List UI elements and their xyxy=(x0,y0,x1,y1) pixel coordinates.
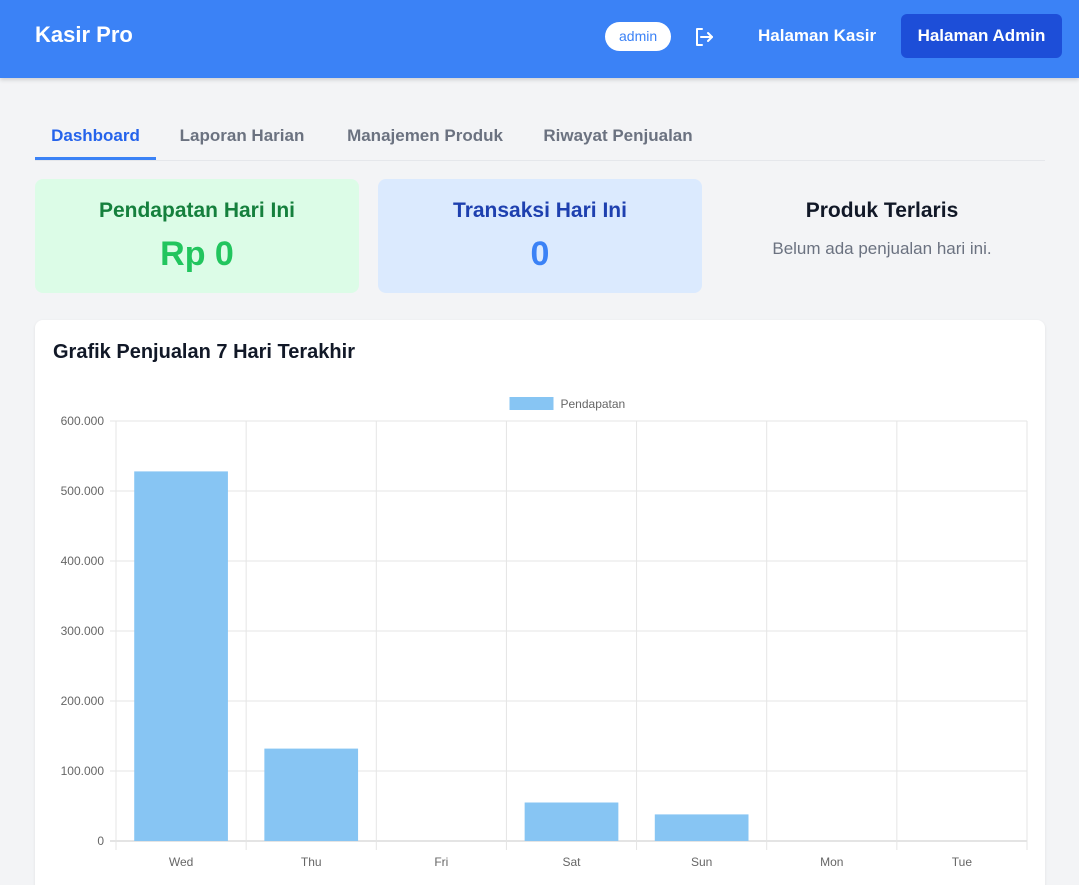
x-tick-label: Mon xyxy=(820,855,843,869)
legend-swatch xyxy=(509,397,554,410)
user-badge: admin xyxy=(605,22,672,51)
x-tick-label: Thu xyxy=(301,855,322,869)
top-products-title: Produk Terlaris xyxy=(805,199,959,222)
revenue-card: Pendapatan Hari Ini Rp 0 xyxy=(35,179,359,293)
x-tick-label: Fri xyxy=(434,855,448,869)
sales-chart-card: Grafik Penjualan 7 Hari Terakhir 0 100.00… xyxy=(35,320,1045,885)
top-products-card: Produk Terlaris Belum ada penjualan hari… xyxy=(720,179,1044,293)
y-tick-label: 100.000 xyxy=(61,764,105,778)
y-tick-label: 600.000 xyxy=(61,414,105,428)
y-tick-label: 200.000 xyxy=(61,694,105,708)
x-tick-label: Sat xyxy=(562,855,581,869)
tab-riwayat-penjualan[interactable]: Riwayat Penjualan xyxy=(533,114,703,160)
tab-manajemen-produk[interactable]: Manajemen Produk xyxy=(335,114,515,160)
y-tick-label: 500.000 xyxy=(61,484,105,498)
app-brand[interactable]: Kasir Pro xyxy=(35,22,133,48)
revenue-card-title: Pendapatan Hari Ini xyxy=(98,199,296,222)
chart-bar xyxy=(524,802,619,841)
chart-bar xyxy=(134,471,228,841)
top-navbar: Kasir Pro admin Halaman Kasir Halaman Ad… xyxy=(0,0,1079,78)
tab-laporan-harian[interactable]: Laporan Harian xyxy=(170,114,314,160)
transactions-card-title: Transaksi Hari Ini xyxy=(453,199,627,222)
tab-dashboard[interactable]: Dashboard xyxy=(35,114,156,160)
y-tick-label: 300.000 xyxy=(61,624,105,638)
chart-bar xyxy=(654,814,749,841)
revenue-value: Rp 0 xyxy=(160,235,234,273)
x-tick-label: Tue xyxy=(952,855,973,869)
x-tick-label: Wed xyxy=(169,855,193,869)
chart-bar xyxy=(264,748,359,841)
logout-icon[interactable] xyxy=(692,25,716,49)
top-products-empty-note: Belum ada penjualan hari ini. xyxy=(772,239,992,258)
sales-bar-chart: 0 100.000 200.000 300.000 400.000 500.000 600.… xyxy=(61,397,1028,869)
x-tick-label: Sun xyxy=(691,855,712,869)
nav-halaman-kasir[interactable]: Halaman Kasir xyxy=(745,14,889,58)
tab-bar: Dashboard Laporan Harian Manajemen Produ… xyxy=(35,114,1045,161)
y-tick-label: 0 xyxy=(97,834,104,848)
y-tick-label: 400.000 xyxy=(61,554,105,568)
legend-label: Pendapatan xyxy=(561,397,626,411)
transactions-value: 0 xyxy=(530,235,550,273)
transactions-card: Transaksi Hari Ini 0 xyxy=(378,179,702,293)
nav-halaman-admin[interactable]: Halaman Admin xyxy=(901,14,1062,58)
